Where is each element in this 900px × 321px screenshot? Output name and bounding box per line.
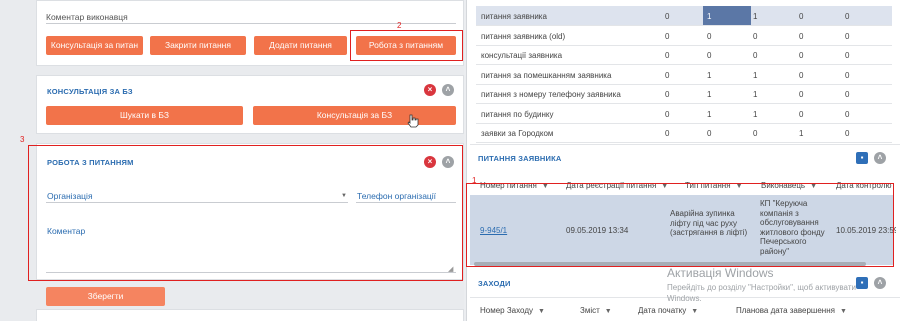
annotation-box-2: [350, 30, 463, 61]
activation-watermark-line2: Windows.: [667, 294, 702, 303]
kb-card: [36, 75, 464, 134]
table-row[interactable]: питання заявника (old) 0 0 0 0 0: [476, 26, 892, 46]
annotation-label-2: 2: [397, 21, 402, 30]
column-header[interactable]: Номер Заходу ▼: [480, 306, 545, 315]
activation-watermark-title: Активація Windows: [667, 266, 774, 280]
collapse-icon[interactable]: ˄: [874, 152, 886, 164]
kb-section-title: КОНСУЛЬТАЦІЯ ЗА БЗ: [47, 87, 133, 96]
questions-section-title: ПИТАННЯ ЗАЯВНИКА: [478, 154, 562, 163]
table-row[interactable]: заявки за Городком 0 0 0 1 0: [476, 123, 892, 143]
add-question-button[interactable]: Додати питання: [254, 36, 347, 55]
consult-kb-button[interactable]: Консультація за БЗ: [253, 106, 456, 125]
activation-watermark-line1: Перейдіть до розділу "Настройки", щоб ак…: [667, 283, 856, 292]
measures-section-title: ЗАХОДИ: [478, 279, 511, 288]
annotation-box-3: [28, 145, 463, 281]
consultation-question-button[interactable]: Консультація за питан: [46, 36, 143, 55]
executor-comment-field[interactable]: [46, 23, 456, 24]
table-row[interactable]: консультації заявника 0 0 0 0 0: [476, 45, 892, 65]
divider: [470, 144, 900, 145]
selected-cell[interactable]: 1: [703, 6, 751, 25]
annotation-label-1: 1: [472, 176, 477, 185]
filter-icon[interactable]: ▼: [840, 308, 847, 315]
close-question-button[interactable]: Закрити питання: [150, 36, 246, 55]
table-row[interactable]: питання з номеру телефону заявника 0 1 1…: [476, 84, 892, 104]
filter-icon[interactable]: ▼: [691, 308, 698, 315]
hand-cursor-icon: [407, 114, 419, 128]
table-row[interactable]: питання заявника 0 1 1 0 0: [476, 6, 892, 26]
table-row[interactable]: питання по будинку 0 1 1 0 0: [476, 104, 892, 124]
column-header[interactable]: Зміст ▼: [580, 306, 612, 315]
executor-comment-label: Коментар виконавця: [46, 12, 128, 22]
annotation-box-1: [466, 183, 894, 267]
column-header[interactable]: Дата початку ▼: [638, 306, 698, 315]
filter-icon[interactable]: ▼: [605, 308, 612, 315]
close-icon[interactable]: ×: [424, 84, 436, 96]
save-button[interactable]: Зберегти: [46, 287, 165, 306]
collapse-icon[interactable]: ˄: [874, 277, 886, 289]
collapse-icon[interactable]: ˄: [442, 84, 454, 96]
filter-icon[interactable]: ▼: [538, 308, 545, 315]
bottom-card: [36, 309, 464, 321]
export-icon[interactable]: ▪: [856, 277, 868, 289]
export-icon[interactable]: ▪: [856, 152, 868, 164]
search-kb-button[interactable]: Шукати в БЗ: [46, 106, 243, 125]
table-row[interactable]: питання за помешканням заявника 0 1 1 0 …: [476, 65, 892, 85]
column-header[interactable]: Планова дата завершення ▼: [736, 306, 847, 315]
annotation-label-3: 3: [20, 135, 25, 144]
